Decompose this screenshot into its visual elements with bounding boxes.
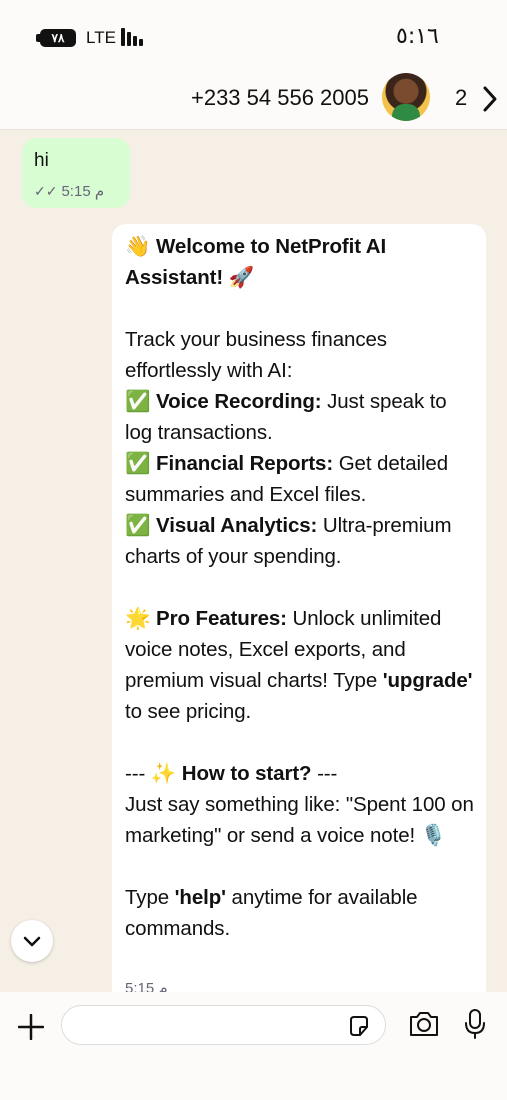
chevron-down-icon — [23, 936, 41, 947]
status-bar: ٧٨ LTE ٥:١٦ — [0, 0, 507, 70]
upgrade-keyword: 'upgrade' — [382, 669, 473, 692]
double-check-icon: ✓✓ — [34, 182, 58, 199]
message-meta: ✓✓ م 5:15 — [34, 182, 105, 201]
avatar[interactable] — [382, 73, 430, 121]
camera-icon[interactable] — [408, 1010, 440, 1038]
sticker-icon[interactable] — [347, 1014, 371, 1038]
welcome-title: 👋 Welcome to NetProfit AI Assistant! 🚀 — [125, 235, 391, 289]
start-text: Just say something like: "Spent 100 on m… — [125, 793, 480, 847]
start-prefix: --- ✨ — [125, 762, 182, 785]
message-input[interactable] — [61, 1005, 386, 1045]
feature-icon: ✅ — [125, 452, 151, 475]
feature-label: Visual Analytics: — [156, 514, 318, 537]
signal-icon — [121, 28, 147, 46]
message-body: 👋 Welcome to NetProfit AI Assistant! 🚀 T… — [125, 231, 474, 944]
feature-label: Financial Reports: — [156, 452, 334, 475]
message-text: hi — [34, 150, 49, 171]
plus-icon[interactable] — [18, 1014, 44, 1040]
help-keyword: 'help' — [174, 886, 226, 909]
battery-cap — [36, 34, 40, 42]
battery-indicator: ٧٨ — [40, 29, 76, 47]
message-time: م 5:15 — [125, 980, 168, 992]
start-label: How to start? — [181, 762, 312, 785]
network-type: LTE — [86, 28, 116, 47]
contact-name[interactable]: +233 54 556 2005 — [191, 85, 369, 111]
help-text: Type — [125, 886, 175, 909]
incoming-message[interactable]: 👋 Welcome to NetProfit AI Assistant! 🚀 T… — [112, 224, 486, 992]
chevron-right-icon[interactable] — [478, 84, 502, 114]
scroll-to-bottom-button[interactable] — [11, 920, 53, 962]
star-icon: 🌟 — [125, 607, 151, 630]
unread-count[interactable]: 2 — [455, 85, 467, 111]
intro-text: Track your business finances effortlessl… — [125, 328, 393, 382]
composer-bar — [0, 992, 507, 1100]
microphone-icon[interactable] — [463, 1008, 487, 1040]
feature-icon: ✅ — [125, 390, 151, 413]
pro-label: Pro Features: — [156, 607, 287, 630]
start-suffix: --- — [311, 762, 338, 785]
feature-icon: ✅ — [125, 514, 151, 537]
chat-area[interactable]: hi ✓✓ م 5:15 👋 Welcome to NetProfit AI A… — [0, 130, 507, 992]
chat-header: +233 54 556 2005 2 — [0, 70, 507, 130]
message-time: م 5:15 — [61, 183, 105, 200]
feature-label: Voice Recording: — [156, 390, 322, 413]
status-time: ٥:١٦ — [396, 24, 439, 49]
outgoing-message[interactable]: hi ✓✓ م 5:15 — [22, 138, 130, 208]
